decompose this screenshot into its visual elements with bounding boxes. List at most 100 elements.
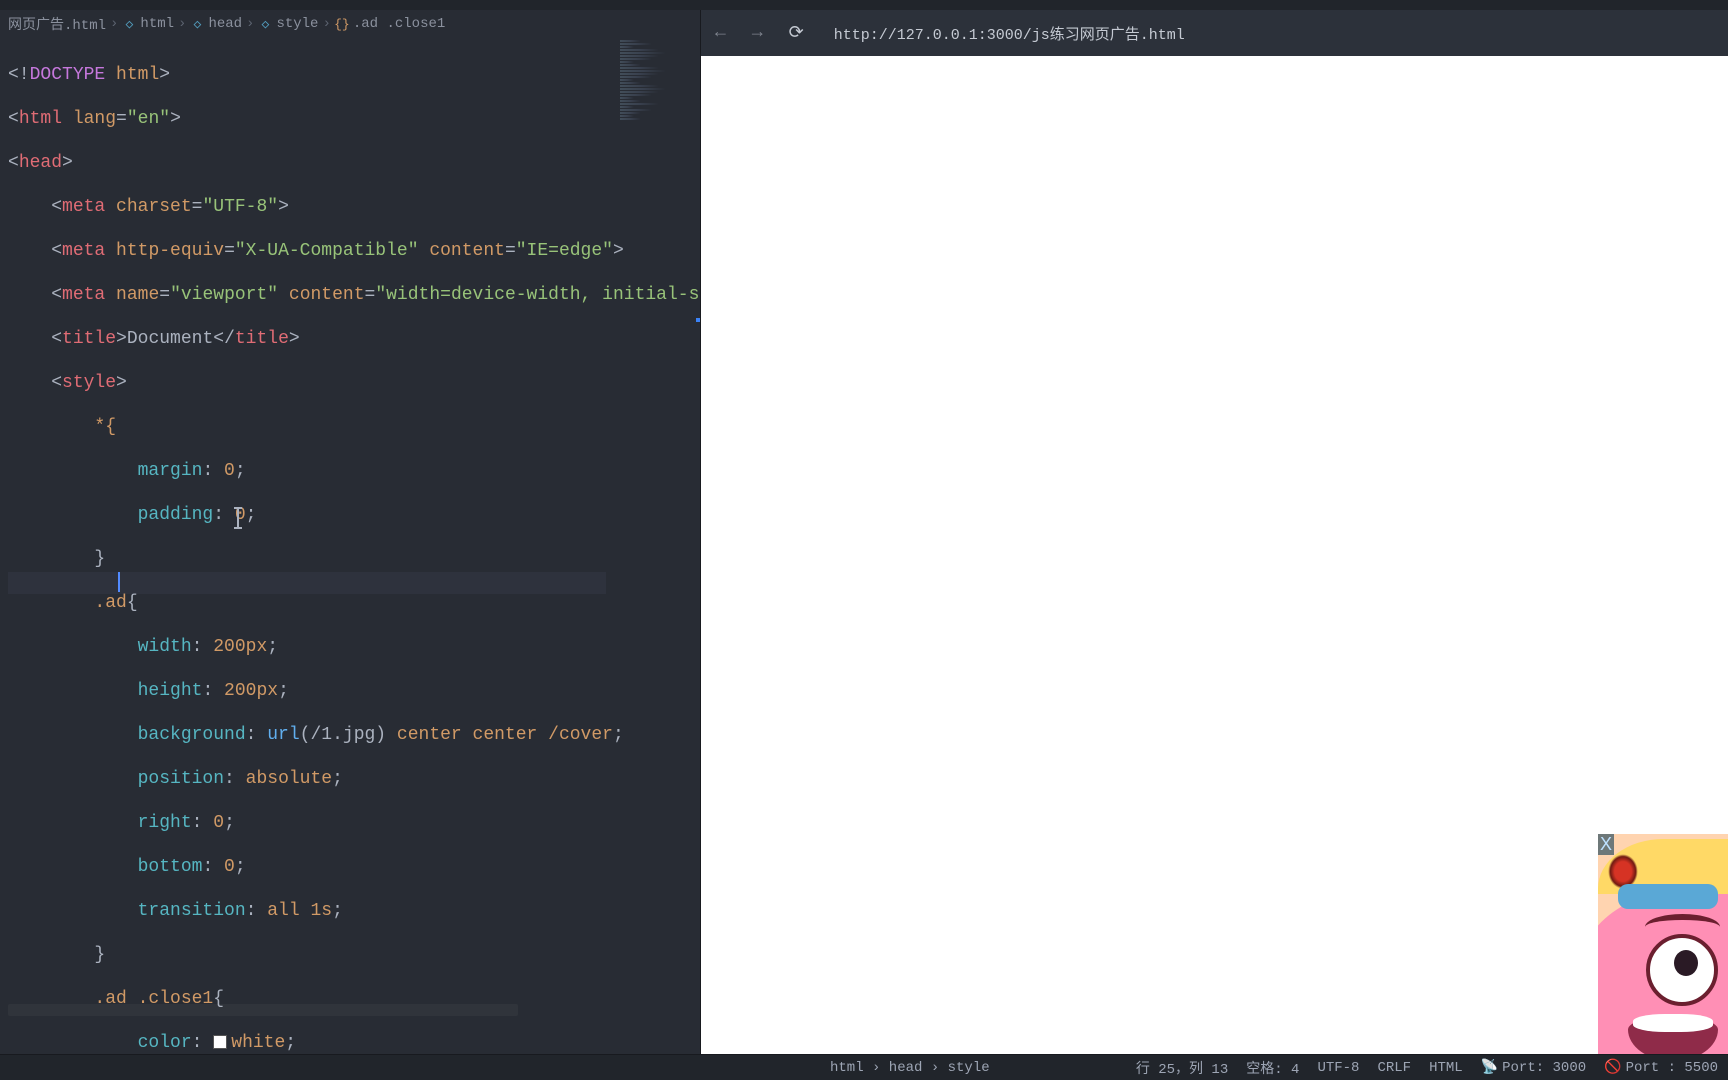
color-swatch-icon[interactable] xyxy=(213,1035,227,1049)
code-token: margin xyxy=(8,461,202,481)
browser-toolbar: ← → ⟳ http://127.0.0.1:3000/js练习网页广告.htm… xyxy=(701,10,1728,56)
status-indent[interactable]: 空格: 4 xyxy=(1246,1058,1299,1078)
code-token: } xyxy=(8,549,105,569)
element-icon: ◇ xyxy=(190,17,204,31)
back-button[interactable]: ← xyxy=(711,19,730,47)
code-token: url xyxy=(256,725,299,745)
code-token: > xyxy=(289,329,300,349)
code-token: < xyxy=(8,241,62,261)
code-token: < xyxy=(8,373,62,393)
preview-viewport[interactable]: X xyxy=(701,56,1728,1054)
code-token: "IE=edge" xyxy=(516,241,613,261)
code-token: 200px xyxy=(213,681,278,701)
code-token: ; xyxy=(332,901,343,921)
code-token: = xyxy=(159,285,170,305)
editor-pane: 网页广告.html › ◇ html › ◇ head › ◇ style › … xyxy=(0,10,700,1054)
rule-icon: {} xyxy=(335,17,349,31)
preview-pane: ← → ⟳ http://127.0.0.1:3000/js练习网页广告.htm… xyxy=(701,10,1728,1054)
chevron-right-icon: › xyxy=(246,16,254,32)
code-token: > xyxy=(62,153,73,173)
code-token: center center /cover xyxy=(386,725,613,745)
code-token: style xyxy=(62,373,116,393)
text-cursor-icon xyxy=(237,507,239,529)
breadcrumb-file[interactable]: 网页广告.html xyxy=(8,14,106,34)
chevron-right-icon: › xyxy=(178,16,186,32)
chevron-right-icon: › xyxy=(110,16,118,32)
code-token: content xyxy=(419,241,505,261)
code-token: transition xyxy=(8,901,246,921)
code-token: html xyxy=(19,109,62,129)
code-token: title xyxy=(62,329,116,349)
reload-button[interactable]: ⟳ xyxy=(785,18,808,48)
code-token: http-equiv xyxy=(105,241,224,261)
close-button[interactable]: X xyxy=(1598,834,1614,855)
code-token: ; xyxy=(235,857,246,877)
code-token: > xyxy=(116,329,127,349)
code-token: < xyxy=(8,153,19,173)
code-token: head xyxy=(19,153,62,173)
code-token: DOCTYPE xyxy=(30,65,106,85)
breadcrumb-head[interactable]: head xyxy=(208,16,242,32)
element-icon: ◇ xyxy=(258,17,272,31)
code-token: = xyxy=(365,285,376,305)
code-token: position xyxy=(8,769,224,789)
code-token: 200px xyxy=(202,637,267,657)
code-token: : xyxy=(246,725,257,745)
breadcrumb-style[interactable]: style xyxy=(276,16,318,32)
status-language[interactable]: HTML xyxy=(1429,1060,1463,1076)
status-eol[interactable]: CRLF xyxy=(1377,1060,1411,1076)
code-token: "viewport" xyxy=(170,285,278,305)
chevron-right-icon: › xyxy=(322,16,330,32)
forward-button[interactable]: → xyxy=(748,19,767,47)
code-token: Document xyxy=(127,329,213,349)
code-token: ; xyxy=(332,769,343,789)
code-token: = xyxy=(192,197,203,217)
code-token: : xyxy=(224,769,235,789)
code-token: .ad xyxy=(8,593,127,613)
text-caret xyxy=(118,572,120,592)
code-token: > xyxy=(170,109,181,129)
code-token: } xyxy=(8,945,105,965)
code-token: : xyxy=(192,813,203,833)
code-token: ( xyxy=(300,725,311,745)
code-token: name xyxy=(105,285,159,305)
port-label: Port : 5500 xyxy=(1626,1060,1718,1076)
code-token: > xyxy=(613,241,624,261)
code-token: ; xyxy=(278,681,289,701)
code-token: title xyxy=(235,329,289,349)
code-token: *{ xyxy=(8,417,116,437)
code-token: : xyxy=(246,901,257,921)
breadcrumb[interactable]: 网页广告.html › ◇ html › ◇ head › ◇ style › … xyxy=(0,10,700,38)
code-token: lang xyxy=(62,109,116,129)
address-bar[interactable]: http://127.0.0.1:3000/js练习网页广告.html xyxy=(834,23,1185,44)
tab-bar xyxy=(0,0,1728,10)
status-liveserver[interactable]: 🚫 Port : 5500 xyxy=(1604,1059,1718,1076)
code-token: < xyxy=(8,109,19,129)
code-token: ; xyxy=(224,813,235,833)
code-token: 0 xyxy=(213,461,235,481)
code-token: "en" xyxy=(127,109,170,129)
status-path[interactable]: html › head › style xyxy=(830,1060,990,1076)
code-editor[interactable]: <!DOCTYPE html> <html lang="en"> <head> … xyxy=(0,38,700,1054)
code-token: ) xyxy=(375,725,386,745)
ad-image xyxy=(1598,834,1728,1054)
status-encoding[interactable]: UTF-8 xyxy=(1317,1060,1359,1076)
code-token: { xyxy=(127,593,138,613)
status-cursor-position[interactable]: 行 25，列 13 xyxy=(1136,1058,1228,1078)
minimap[interactable] xyxy=(620,40,690,130)
code-token: : xyxy=(213,505,224,525)
code-token: < xyxy=(8,285,62,305)
scroll-marker xyxy=(696,318,700,322)
code-token: = xyxy=(224,241,235,261)
horizontal-scrollbar[interactable] xyxy=(8,1004,518,1016)
port-label: Port: 3000 xyxy=(1502,1060,1586,1076)
breadcrumb-selector[interactable]: .ad .close1 xyxy=(353,16,445,32)
code-token: color xyxy=(8,1033,192,1053)
code-token: ; xyxy=(285,1033,296,1053)
breadcrumb-html[interactable]: html xyxy=(140,16,174,32)
code-token: 0 xyxy=(213,857,235,877)
status-bar: html › head › style 行 25，列 13 空格: 4 UTF-… xyxy=(0,1054,1728,1080)
code-token: white xyxy=(231,1033,285,1053)
status-port[interactable]: 📡 Port: 3000 xyxy=(1481,1059,1586,1076)
code-token: charset xyxy=(105,197,191,217)
